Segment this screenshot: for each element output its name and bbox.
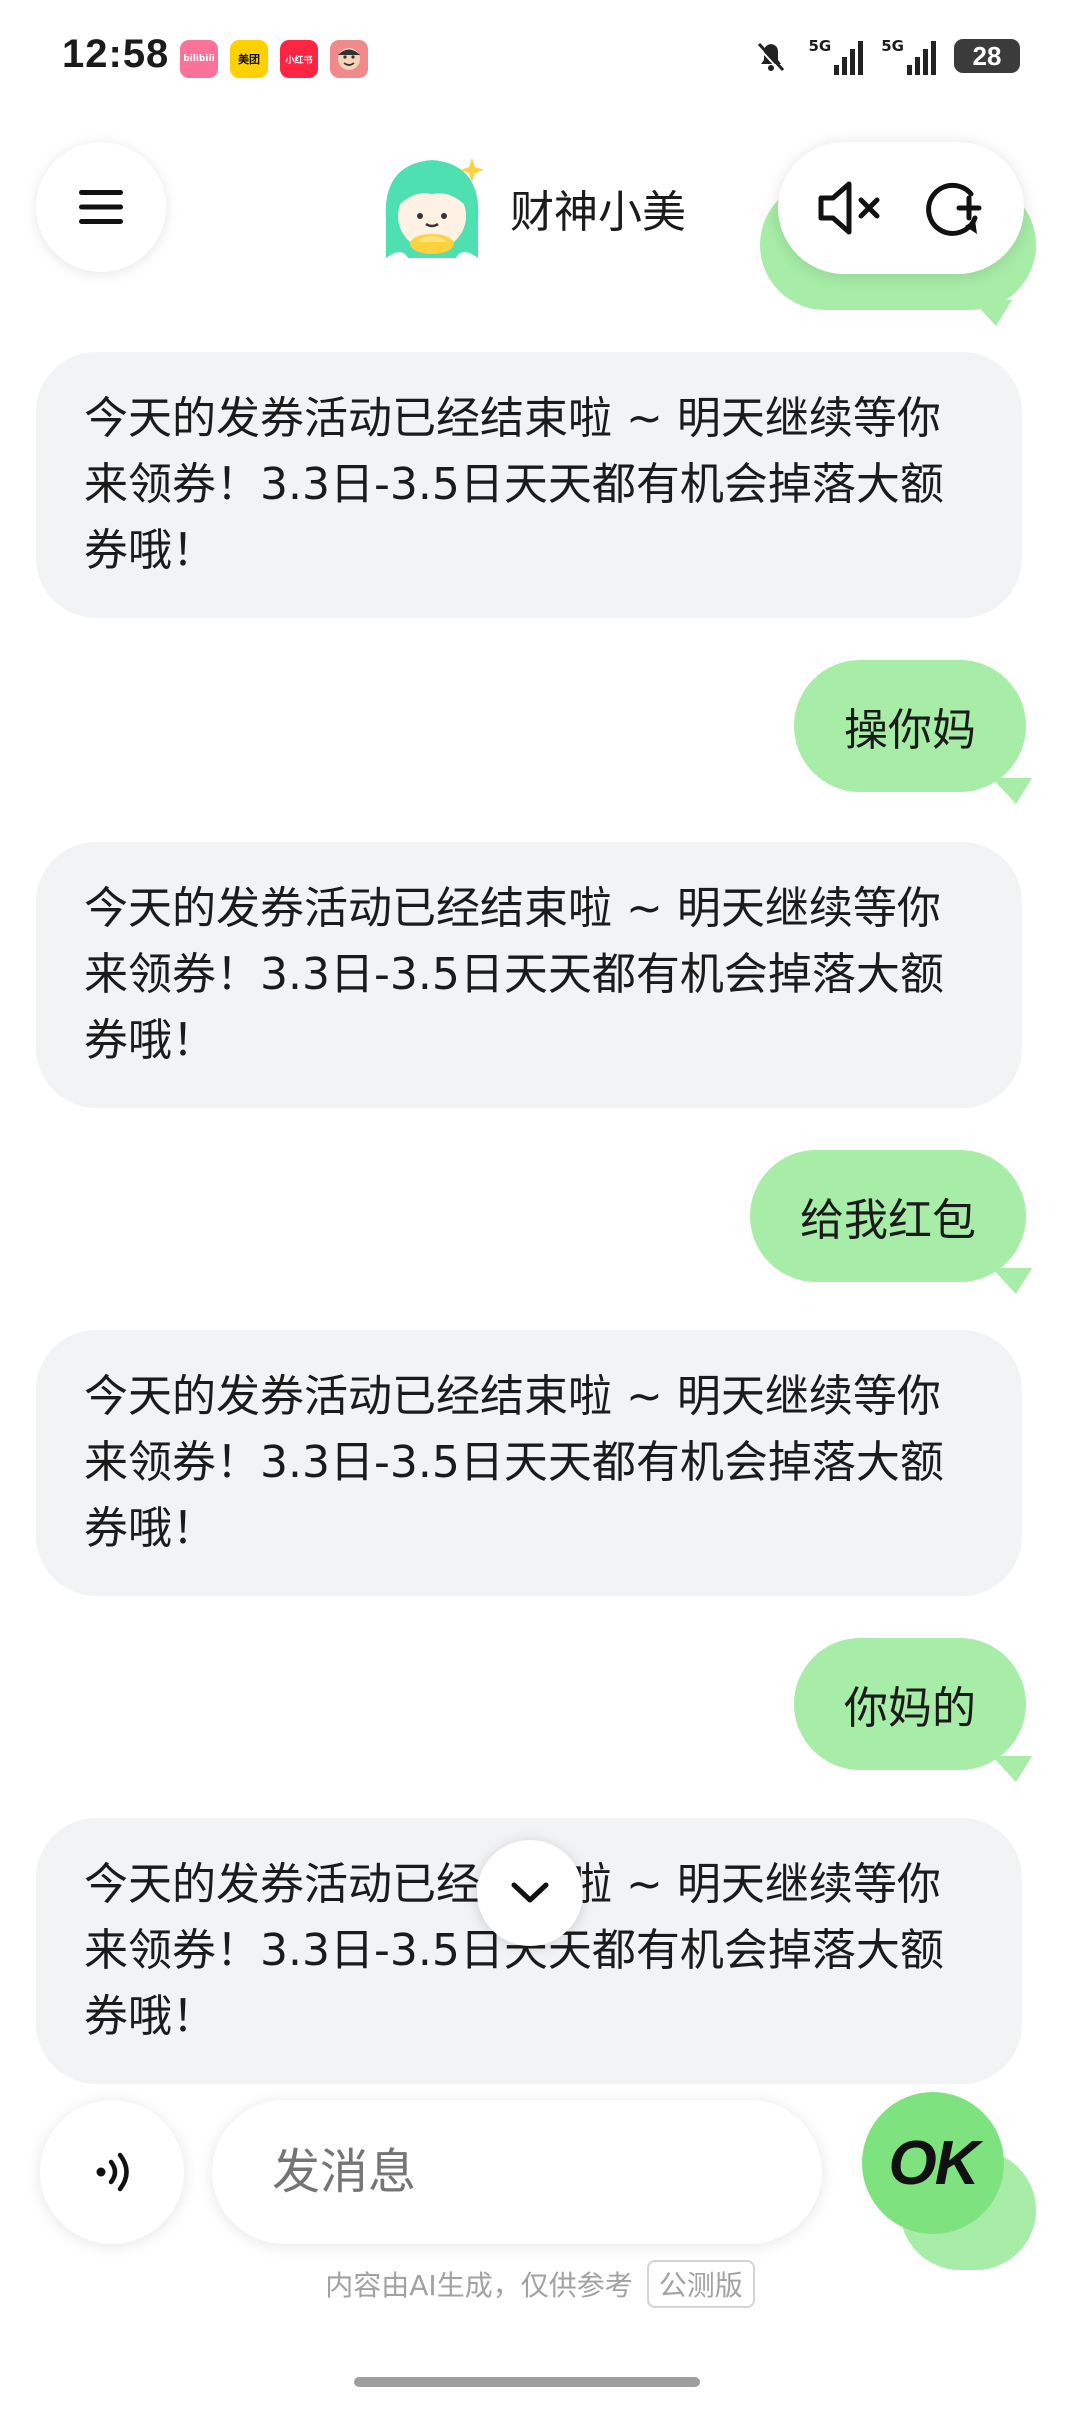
bilibili-icon: bilibili [180,40,218,78]
new-chat-icon [925,182,981,236]
bell-muted-icon [755,42,784,73]
bubble-tail [972,300,1012,326]
beta-badge: 公测版 [646,2260,755,2308]
xiaohongshu-icon: 小红书 [280,40,318,78]
disclaimer-text: 内容由AI生成，仅供参考 [325,2269,633,2302]
assistant-avatar [372,150,492,270]
user-bubble-tail [992,1756,1032,1782]
voice-input-button[interactable] [40,2100,184,2244]
chat-screen: 12:58 bilibili 美团 小红书 5G 5G 28 财神小美 今天的发… [0,0,1080,2412]
mute-button[interactable] [810,168,890,248]
bot-message: 今天的发券活动已经结束啦 ~ 明天继续等你来领券！3.3日-3.5日天天都有机会… [36,1330,1022,1596]
user-message: 你妈的 [794,1638,1026,1770]
meituan-icon: 美团 [230,40,268,78]
status-indicators: 5G 5G 28 [751,36,1020,76]
user-message: 操你妈 [794,660,1026,792]
notification-app-icons: bilibili 美团 小红书 [180,40,368,78]
menu-button[interactable] [36,142,166,272]
speaker-muted-icon [818,181,879,235]
signal-icon-2: 5G [881,37,936,75]
battery-icon: 28 [954,39,1020,73]
face-app-icon [330,40,368,78]
bot-message: 今天的发券活动已经结束啦 ~ 明天继续等你来领券！3.3日-3.5日天天都有机会… [36,352,1022,618]
scroll-to-bottom-button[interactable] [477,1840,583,1946]
home-indicator[interactable] [354,2377,700,2387]
ai-disclaimer: 内容由AI生成，仅供参考 公测版 [0,2260,1080,2308]
status-time: 12:58 [62,32,170,76]
new-chat-button[interactable] [913,168,993,248]
chevron-down-icon [511,1882,549,1903]
user-message: 给我红包 [750,1150,1026,1282]
header-tools [778,142,1024,274]
send-button[interactable]: OK [862,2092,1004,2234]
voice-wave-icon [96,2152,129,2192]
user-bubble-tail [992,778,1032,804]
page-title: 财神小美 [510,187,686,238]
signal-icon: 5G [809,37,864,75]
status-bar: 12:58 bilibili 美团 小红书 5G 5G 28 [0,0,1080,120]
bot-message: 今天的发券活动已经结束啦 ~ 明天继续等你来领券！3.3日-3.5日天天都有机会… [36,842,1022,1108]
user-bubble-tail [992,1268,1032,1294]
message-input[interactable] [212,2100,822,2244]
hamburger-menu-icon [79,190,123,224]
